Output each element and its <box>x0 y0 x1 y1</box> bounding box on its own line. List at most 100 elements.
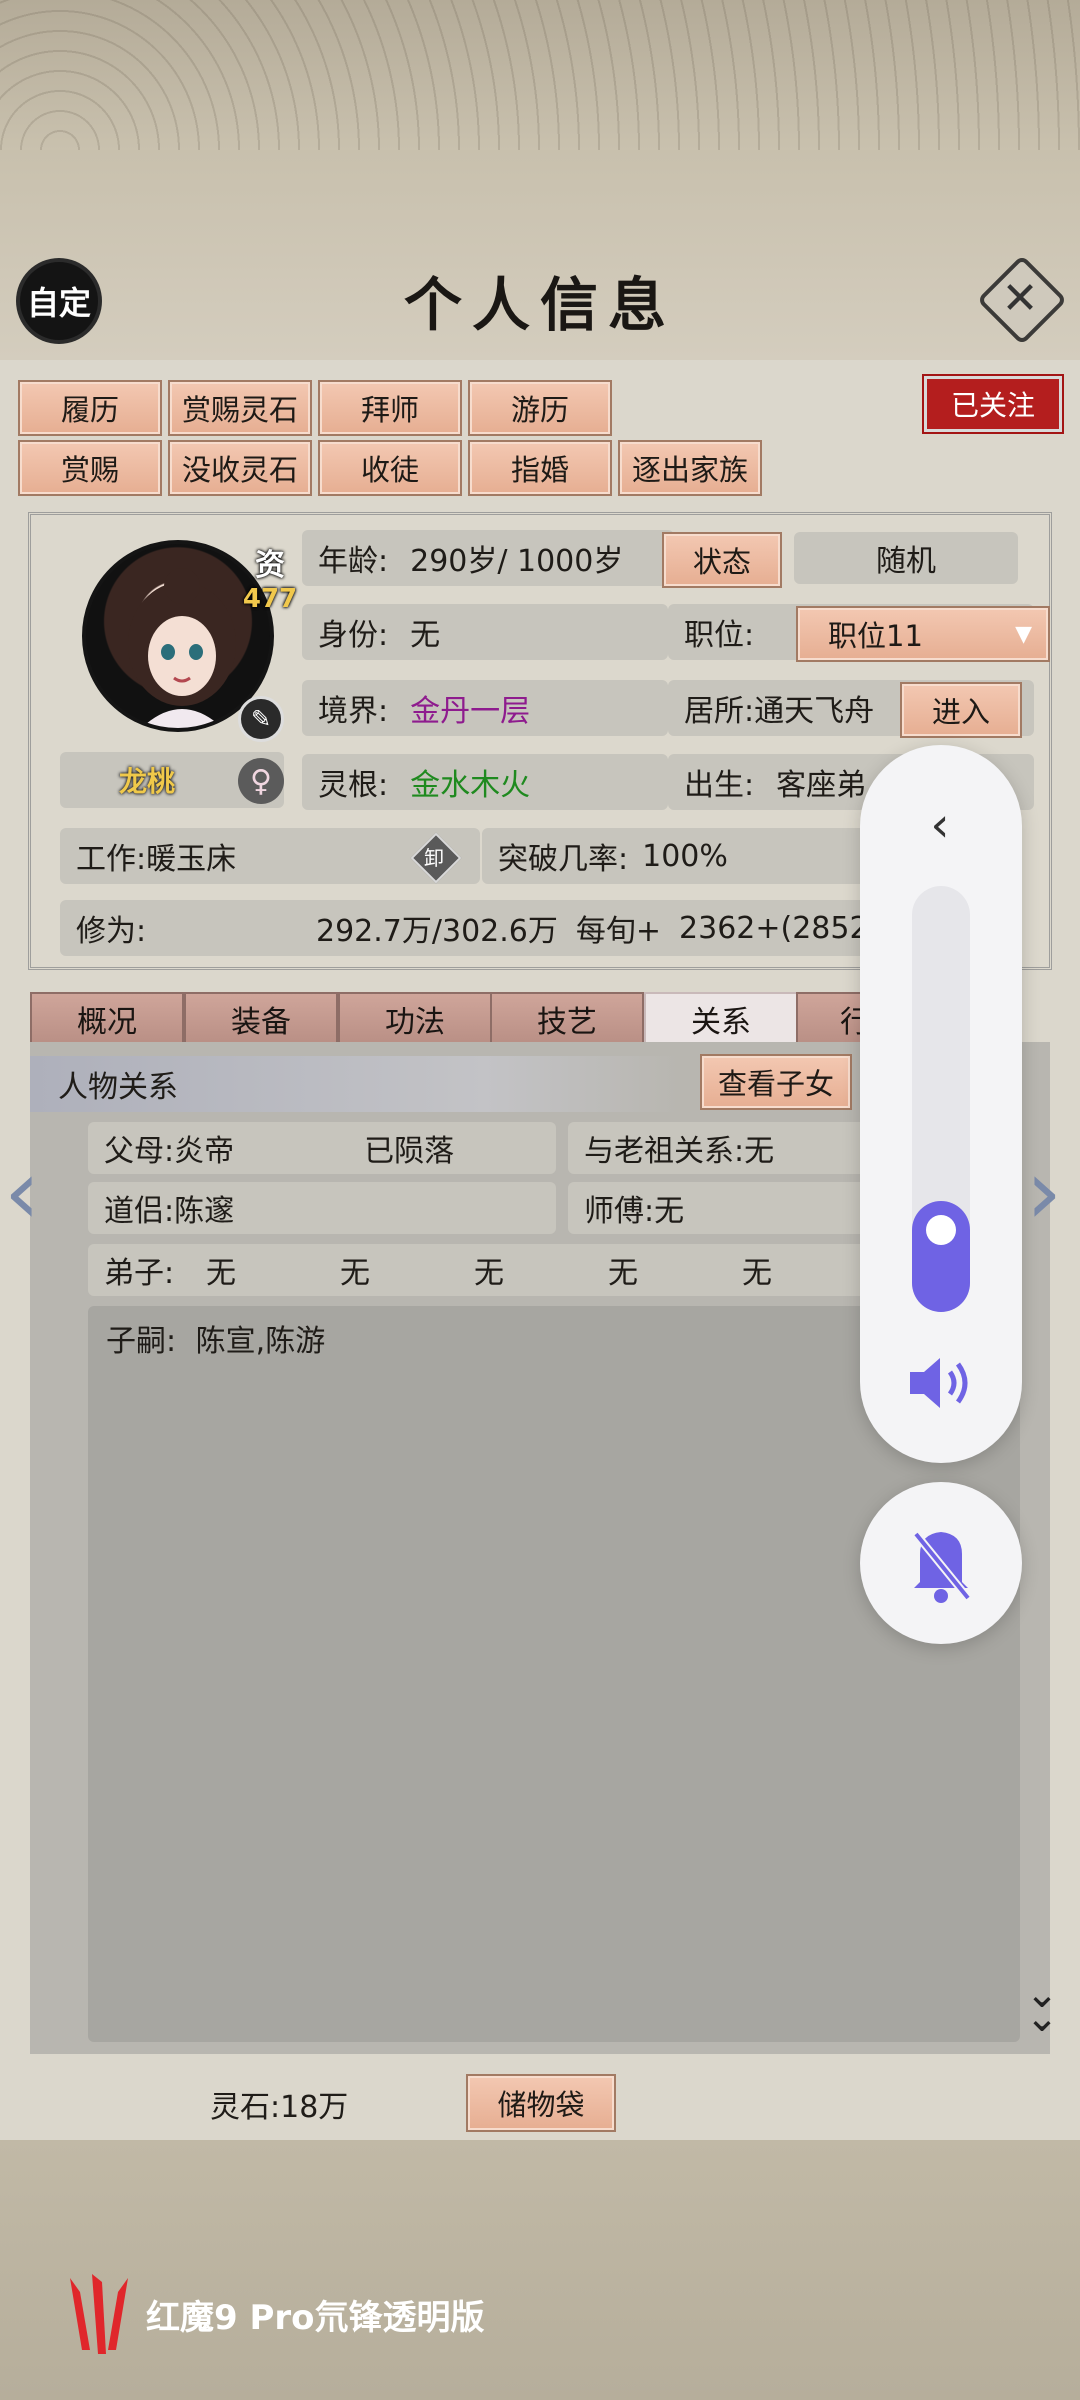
tab-techniques[interactable]: 功法 <box>338 992 492 1046</box>
ancestor-value: 无 <box>744 1134 775 1169</box>
cultivation-field: 修为: 292.7万/302.6万 每旬+ 2362+(2852 <box>60 900 896 956</box>
followed-badge[interactable]: 已关注 <box>922 374 1064 434</box>
master-value: 无 <box>654 1194 685 1229</box>
device-watermark: 红魔9 Pro氘锋透明版 <box>146 2297 485 2338</box>
heirs-value[interactable]: 陈宣,陈游 <box>196 1324 326 1359</box>
root-value: 金水木火 <box>410 768 531 803</box>
disciples-label: 弟子: <box>104 1256 175 1291</box>
disciple-slot[interactable]: 无 <box>608 1248 742 1292</box>
realm-label: 境界: <box>318 694 389 729</box>
residence-label: 居所: <box>684 694 755 729</box>
cultivation-label: 修为: <box>76 914 147 949</box>
previous-character-arrow-icon[interactable]: ‹ <box>4 1140 40 1245</box>
scroll-down-icon[interactable]: ⌄ ⌄ <box>1012 1974 1072 2038</box>
per-turn-value: 2362+(2852 <box>679 910 869 946</box>
page-title: 个人信息 <box>403 271 676 339</box>
age-value: 290岁/ 1000岁 <box>410 544 624 579</box>
per-turn-label: 每旬+ <box>575 914 662 949</box>
disciple-slot[interactable]: 无 <box>206 1248 340 1292</box>
tab-relations[interactable]: 关系 <box>644 992 798 1046</box>
spirit-stones-label: 灵石: <box>210 2090 281 2125</box>
relations-title: 人物关系 <box>58 1070 178 1105</box>
travel-button[interactable]: 游历 <box>468 380 612 436</box>
brush-icon: ✎ <box>250 705 272 733</box>
reward-button[interactable]: 赏赐 <box>18 440 162 496</box>
red-magic-logo-icon <box>62 2272 136 2356</box>
customize-button[interactable]: 自定 <box>20 262 98 340</box>
spirit-stones-display: 灵石: 18万 <box>210 2078 460 2130</box>
enter-button[interactable]: 进入 <box>900 682 1022 738</box>
heirs-label: 子嗣: <box>106 1324 177 1359</box>
top-decoration <box>0 0 1080 150</box>
take-disciple-button[interactable]: 收徒 <box>318 440 462 496</box>
partner-value: 陈邃 <box>174 1194 235 1229</box>
bell-off-icon <box>912 1531 972 1603</box>
position-dropdown[interactable]: 职位11 ▼ <box>796 606 1050 662</box>
partner-label: 道侣: <box>104 1194 175 1229</box>
aptitude-badge: 资 477 <box>242 540 298 614</box>
reward-stones-button[interactable]: 赏赐灵石 <box>168 380 312 436</box>
identity-label: 身份: <box>318 618 389 653</box>
chevron-down-icon: ▼ <box>1015 621 1032 647</box>
close-icon: ✕ <box>1001 272 1039 324</box>
partner-field: 道侣: 陈邃 <box>88 1182 556 1234</box>
view-children-button[interactable]: 查看子女 <box>700 1054 852 1110</box>
disciple-slot[interactable]: 无 <box>340 1248 474 1292</box>
position-value: 职位11 <box>828 619 923 653</box>
breakthrough-value: 100% <box>642 838 728 874</box>
unequip-label: 卸 <box>424 845 444 870</box>
tab-overview[interactable]: 概况 <box>30 992 184 1046</box>
work-value: 暖玉床 <box>146 842 237 877</box>
volume-collapse-icon[interactable]: ‹ <box>900 790 980 860</box>
name-text: 龙桃 <box>118 765 175 798</box>
arrange-marriage-button[interactable]: 指婚 <box>468 440 612 496</box>
aptitude-char: 资 <box>255 548 285 583</box>
position-label: 职位: <box>684 618 755 653</box>
female-icon: ♀ <box>238 758 284 804</box>
tab-equipment[interactable]: 装备 <box>184 992 338 1046</box>
status-button[interactable]: 状态 <box>662 532 782 588</box>
realm-value: 金丹一层 <box>410 694 531 729</box>
breakthrough-field: 突破几率: 100% <box>482 828 898 884</box>
mute-toggle[interactable] <box>860 1482 1022 1644</box>
volume-slider-handle[interactable] <box>926 1215 956 1245</box>
spirit-root-field: 灵根: 金水木火 <box>302 754 668 810</box>
root-label: 灵根: <box>318 768 389 803</box>
tab-skills[interactable]: 技艺 <box>490 992 644 1046</box>
aptitude-value: 477 <box>242 584 298 614</box>
storage-bag-button[interactable]: 储物袋 <box>466 2074 616 2132</box>
parents-value: 炎帝 <box>174 1134 235 1169</box>
parents-status: 已陨落 <box>364 1134 455 1169</box>
disciple-slot[interactable]: 无 <box>474 1248 608 1292</box>
spirit-stones-value: 18万 <box>280 2090 349 2125</box>
work-label: 工作: <box>76 842 147 877</box>
birth-label: 出生: <box>684 768 755 803</box>
master-label: 师傅: <box>584 1194 655 1229</box>
residence-value: 通天飞舟 <box>754 694 875 729</box>
age-label: 年龄: <box>318 544 389 579</box>
ancestor-relation-field: 与老祖关系: 无 <box>568 1122 884 1174</box>
disciples-field: 弟子: 无 无 无 无 无 <box>88 1244 884 1296</box>
identity-value: 无 <box>410 618 441 653</box>
close-button[interactable]: ✕ <box>976 254 1068 346</box>
edit-portrait-button[interactable]: ✎ <box>238 696 284 742</box>
parents-label: 父母: <box>104 1134 175 1169</box>
confiscate-stones-button[interactable]: 没收灵石 <box>168 440 312 496</box>
relations-header: 人物关系 <box>30 1056 680 1112</box>
cultivation-value: 292.7万/302.6万 <box>316 914 558 949</box>
unequip-button[interactable]: 卸 <box>410 832 462 884</box>
parents-field: 父母: 炎帝 已陨落 <box>88 1122 556 1174</box>
bottom-band <box>0 2140 1080 2400</box>
history-button[interactable]: 履历 <box>18 380 162 436</box>
apprentice-button[interactable]: 拜师 <box>318 380 462 436</box>
random-button[interactable]: 随机 <box>794 532 1018 584</box>
disciple-slot[interactable]: 无 <box>742 1248 862 1292</box>
expel-button[interactable]: 逐出家族 <box>618 440 762 496</box>
realm-field: 境界: 金丹一层 <box>302 680 668 736</box>
breakthrough-label: 突破几率: <box>498 842 629 877</box>
next-character-arrow-icon[interactable]: › <box>1026 1140 1062 1245</box>
identity-field: 身份: 无 <box>302 604 668 660</box>
speaker-icon[interactable] <box>900 1348 984 1418</box>
birth-value: 客座弟 <box>776 768 867 803</box>
ancestor-label: 与老祖关系: <box>584 1134 745 1169</box>
